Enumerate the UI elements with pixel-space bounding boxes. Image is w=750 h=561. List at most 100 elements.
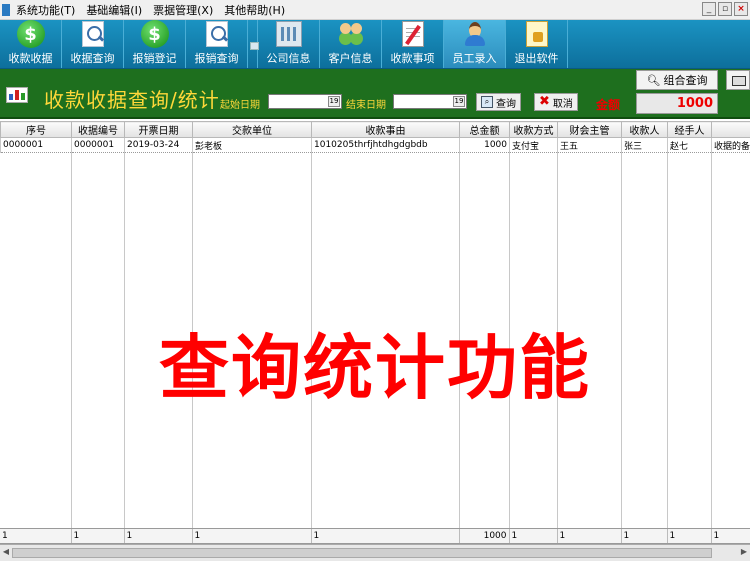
toolbar-exit-button[interactable]: 退出软件 bbox=[506, 20, 568, 68]
end-date-label: 结束日期 bbox=[346, 100, 386, 111]
menu-bar: 系统功能(T) 基础编辑(I) 票据管理(X) 其他帮助(H) _ ▫ × bbox=[0, 0, 750, 20]
cancel-button-label: 取消 bbox=[552, 98, 573, 110]
total-cell: 1 bbox=[621, 529, 668, 543]
total-cell: 1 bbox=[509, 529, 558, 543]
column-header-seq[interactable]: 序号 bbox=[0, 121, 72, 138]
close-button[interactable]: × bbox=[734, 2, 748, 16]
toolbar-payment-items-button[interactable]: 收款事项 bbox=[382, 20, 444, 68]
page-title: 收款收据查询/统计 bbox=[44, 88, 220, 112]
toolbar-label: 报销登记 bbox=[132, 52, 177, 65]
column-header-receipt-no[interactable]: 收据编号 bbox=[71, 121, 125, 138]
cell-handler: 赵七 bbox=[667, 137, 712, 153]
column-header-issue-date[interactable]: 开票日期 bbox=[124, 121, 193, 138]
cancel-button[interactable]: ✖ 取消 bbox=[534, 93, 578, 111]
toolbar-reimburse-query-button[interactable]: 报销查询 bbox=[186, 20, 248, 68]
menu-system[interactable]: 系统功能(T) bbox=[13, 2, 83, 18]
cell-payer: 彭老板 bbox=[192, 137, 312, 153]
column-header-extra[interactable] bbox=[711, 121, 750, 138]
close-icon: ✖ bbox=[539, 94, 550, 109]
horizontal-scrollbar[interactable]: ◀ ▶ bbox=[0, 544, 750, 561]
minimize-button[interactable]: _ bbox=[702, 2, 716, 16]
toolbar-label: 公司信息 bbox=[266, 52, 311, 65]
cell-reason: 1010205thrfjhtdhgdgbdb bbox=[311, 137, 460, 153]
magnifier-icon: ⌕ bbox=[481, 96, 493, 108]
column-header-method[interactable]: 收款方式 bbox=[509, 121, 558, 138]
restore-button[interactable]: ▫ bbox=[718, 2, 732, 16]
scroll-left-icon[interactable]: ◀ bbox=[1, 547, 11, 559]
search-doc-icon bbox=[205, 21, 228, 47]
menu-receipt-manage[interactable]: 票据管理(X) bbox=[150, 2, 221, 18]
toolbar-label: 收款事项 bbox=[390, 52, 435, 65]
column-header-handler[interactable]: 经手人 bbox=[667, 121, 712, 138]
toolbar-reimburse-register-button[interactable]: $ 报销登记 bbox=[124, 20, 186, 68]
total-cell: 1 bbox=[0, 529, 72, 543]
column-header-total[interactable]: 总金额 bbox=[459, 121, 510, 138]
feature-banner: 查询统计功能 bbox=[159, 327, 591, 409]
total-cell: 1 bbox=[124, 529, 193, 543]
cell-receipt-no: 0000001 bbox=[71, 137, 125, 153]
window-controls: _ ▫ × bbox=[702, 2, 748, 16]
toolbar-receipt-query-button[interactable]: 收据查询 bbox=[62, 20, 124, 68]
scroll-right-icon[interactable]: ▶ bbox=[739, 547, 749, 559]
total-cell: 1 bbox=[667, 529, 712, 543]
toolbar-separator bbox=[248, 20, 259, 68]
cell-supervisor: 王五 bbox=[557, 137, 622, 153]
toolbar-label: 退出软件 bbox=[514, 52, 559, 65]
table-row[interactable]: 0000001 0000001 2019-03-24 彭老板 1010205th… bbox=[0, 137, 750, 153]
people-icon bbox=[337, 21, 365, 47]
notepad-icon bbox=[401, 21, 424, 47]
cell-method: 支付宝 bbox=[509, 137, 558, 153]
toolbar-label: 报销查询 bbox=[194, 52, 239, 65]
query-header: 收款收据查询/统计 起始日期 19 结束日期 19 ⌕ 查询 ✖ 取消 金额 1… bbox=[0, 69, 750, 119]
total-cell: 1 bbox=[192, 529, 312, 543]
total-cell: 1 bbox=[311, 529, 460, 543]
total-cell: 1 bbox=[711, 529, 750, 543]
combo-query-button[interactable]: 🔍︎ 组合查询 bbox=[636, 70, 718, 90]
exit-icon bbox=[525, 21, 548, 47]
toolbar-label: 客户信息 bbox=[328, 52, 373, 65]
column-header-supervisor[interactable]: 财会主管 bbox=[557, 121, 622, 138]
bar-chart-icon bbox=[6, 87, 28, 103]
app-icon bbox=[2, 3, 10, 16]
search-icon: 🔍︎ bbox=[646, 73, 661, 87]
totals-row: 1 1 1 1 1 1000 1 1 1 1 1 bbox=[0, 528, 750, 544]
user-icon bbox=[462, 21, 488, 47]
menu-basic-edit[interactable]: 基础编辑(I) bbox=[83, 2, 150, 18]
search-doc-icon bbox=[81, 21, 104, 47]
cell-seq: 0000001 bbox=[0, 137, 72, 153]
start-date-field[interactable]: 19 bbox=[268, 94, 342, 109]
toolbar-label: 收款收据 bbox=[8, 52, 53, 65]
amount-value: 1000 bbox=[636, 93, 718, 114]
toolbar-customer-info-button[interactable]: 客户信息 bbox=[320, 20, 382, 68]
combo-query-label: 组合查询 bbox=[663, 74, 708, 87]
calendar-icon[interactable]: 19 bbox=[453, 96, 465, 107]
column-header-payer[interactable]: 交款单位 bbox=[192, 121, 312, 138]
total-amount-cell: 1000 bbox=[459, 529, 510, 543]
end-date-field[interactable]: 19 bbox=[393, 94, 467, 109]
total-cell: 1 bbox=[71, 529, 125, 543]
toolbar-label: 员工录入 bbox=[452, 52, 497, 65]
total-cell: 1 bbox=[557, 529, 622, 543]
toolbar-company-info-button[interactable]: 公司信息 bbox=[258, 20, 320, 68]
column-header-receiver[interactable]: 收款人 bbox=[621, 121, 668, 138]
calendar-icon[interactable]: 19 bbox=[328, 96, 340, 107]
query-button-label: 查询 bbox=[496, 98, 516, 110]
building-icon bbox=[275, 21, 302, 47]
toolbar-label: 收据查询 bbox=[70, 52, 115, 65]
query-button[interactable]: ⌕ 查询 bbox=[476, 93, 521, 111]
scroll-thumb[interactable] bbox=[12, 548, 712, 558]
toolbar-employee-entry-button[interactable]: 员工录入 bbox=[444, 20, 506, 68]
table-header-row: 序号 收据编号 开票日期 交款单位 收款事由 总金额 收款方式 财会主管 收款人… bbox=[0, 121, 750, 138]
start-date-label: 起始日期 bbox=[220, 100, 260, 111]
amount-label: 金额 bbox=[596, 98, 621, 112]
cell-remark: 收据的备 bbox=[711, 137, 750, 153]
cell-total: 1000 bbox=[459, 137, 510, 153]
column-header-reason[interactable]: 收款事由 bbox=[311, 121, 460, 138]
cell-receiver: 张三 bbox=[621, 137, 668, 153]
toolbar-receipt-button[interactable]: $ 收款收据 bbox=[0, 20, 62, 68]
main-toolbar: $ 收款收据 收据查询 $ 报销登记 报销查询 公司信息 客户信息 收款事项 员… bbox=[0, 20, 750, 69]
dollar-icon: $ bbox=[16, 20, 45, 48]
cell-issue-date: 2019-03-24 bbox=[124, 137, 193, 153]
menu-help[interactable]: 其他帮助(H) bbox=[221, 2, 293, 18]
print-button[interactable] bbox=[726, 70, 750, 90]
